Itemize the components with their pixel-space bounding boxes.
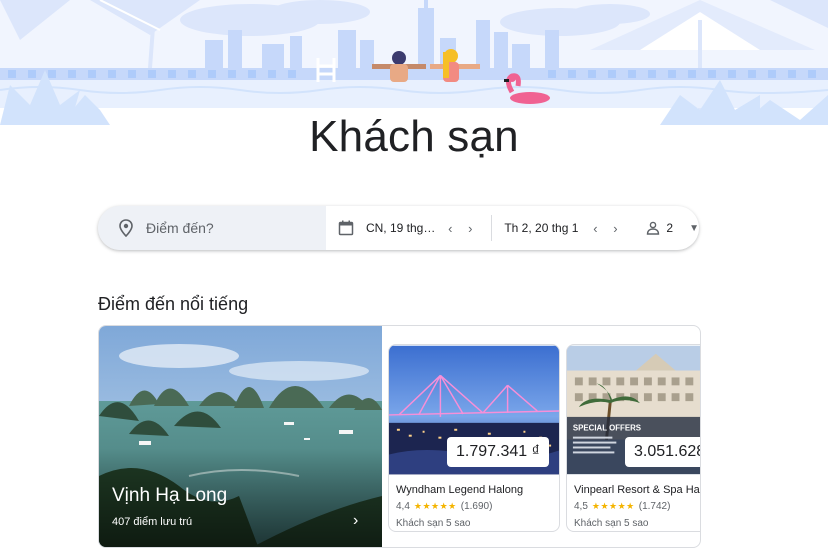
promo-label: SPECIAL OFFERS <box>573 424 641 433</box>
hotel-search-bar: CN, 19 thg… ‹ › Th 2, 20 thg 1 ‹ › 2 ▼ <box>98 206 699 250</box>
hotel-card[interactable]: 1.797.341 ₫ Wyndham Legend Halong 4,4 ★★… <box>388 344 560 532</box>
person-icon <box>647 221 660 235</box>
hotel-price: 1.797.341 ₫ <box>447 437 549 467</box>
rating-value: 4,4 <box>396 501 410 512</box>
checkin-date[interactable]: CN, 19 thg… ‹ › <box>326 206 479 250</box>
hotel-card[interactable]: SPECIAL OFFERS 3.051.628 Vinpearl Resort… <box>566 344 701 532</box>
checkout-next-icon[interactable]: › <box>606 219 624 237</box>
page-title: Khách sạn <box>309 112 519 161</box>
review-count: (1.690) <box>460 501 493 512</box>
guests-count: 2 <box>666 221 674 235</box>
hotel-rating: 4,4 ★★★★★ (1.690) <box>396 501 492 512</box>
checkout-prev-icon[interactable]: ‹ <box>586 219 604 237</box>
checkin-date-text: CN, 19 thg… <box>365 221 436 235</box>
hero-illustration <box>0 0 828 125</box>
dates-guests-section: CN, 19 thg… ‹ › Th 2, 20 thg 1 ‹ › 2 ▼ <box>325 206 699 250</box>
review-count: (1.742) <box>638 501 671 512</box>
star-rating-icon: ★★★★★ <box>413 501 457 511</box>
hotel-name: Vinpearl Resort & Spa Ha L <box>574 484 701 496</box>
destination-field[interactable] <box>98 206 326 250</box>
star-rating-icon: ★★★★★ <box>591 501 635 511</box>
dropdown-arrow-icon: ▼ <box>689 222 699 234</box>
date-divider <box>491 215 493 241</box>
hotel-price: 3.051.628 <box>625 437 700 467</box>
guests-selector[interactable]: 2 ▼ <box>646 221 699 235</box>
featured-destination-count: 407 điểm lưu trú <box>112 516 193 528</box>
destination-input[interactable] <box>146 220 316 236</box>
chevron-right-icon[interactable]: › <box>353 512 358 530</box>
checkin-prev-icon[interactable]: ‹ <box>441 219 459 237</box>
featured-destination-name: Vịnh Hạ Long <box>112 485 228 506</box>
location-pin-icon <box>119 219 133 237</box>
rating-value: 4,5 <box>574 501 588 512</box>
checkin-next-icon[interactable]: › <box>461 219 479 237</box>
hotel-name: Wyndham Legend Halong <box>396 484 524 496</box>
ha-long-bay-image <box>99 326 382 547</box>
section-title: Điểm đến nổi tiếng <box>98 294 249 314</box>
popular-destinations-panel: Vịnh Hạ Long 407 điểm lưu trú › 1.797.34… <box>98 325 701 548</box>
hotel-class: Khách sạn 5 sao <box>574 518 649 529</box>
hotel-rating: 4,5 ★★★★★ (1.742) <box>574 501 670 512</box>
featured-destination-card[interactable]: Vịnh Hạ Long 407 điểm lưu trú › <box>99 326 382 547</box>
checkout-date-text: Th 2, 20 thg 1 <box>504 221 579 235</box>
calendar-icon <box>338 220 354 236</box>
checkout-date[interactable]: Th 2, 20 thg 1 ‹ › <box>504 206 624 250</box>
hotel-class: Khách sạn 5 sao <box>396 518 471 529</box>
